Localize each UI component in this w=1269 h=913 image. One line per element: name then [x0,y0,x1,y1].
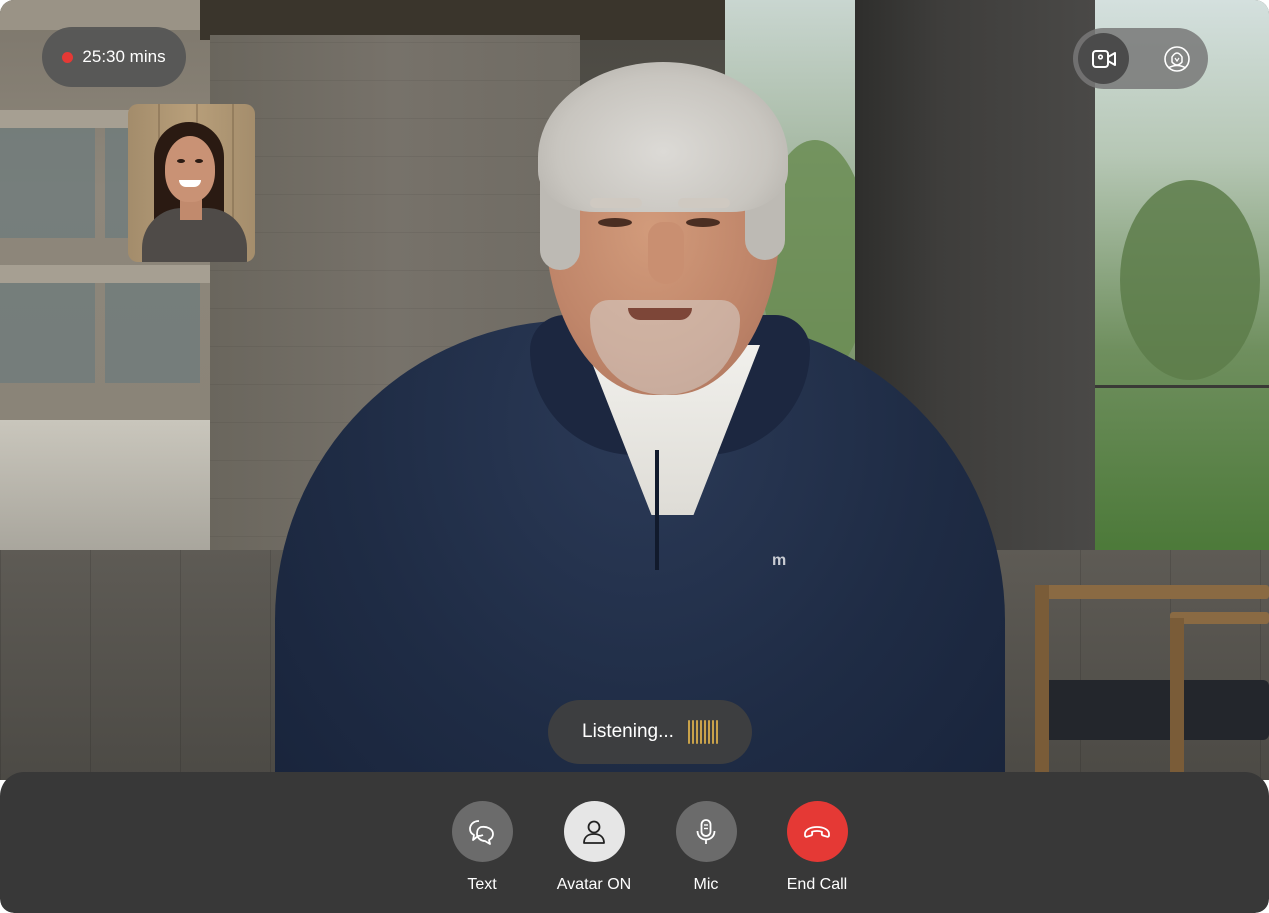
microphone-icon [696,818,716,844]
person-icon [583,820,605,844]
video-camera-icon [1091,49,1116,68]
video-call-window: m 25:30 mins Listening... Text Avatar ON… [0,0,1269,913]
sweater-logo: m [772,552,788,569]
self-view-face [165,136,215,202]
chat-bubbles-icon [469,819,494,845]
mic-button[interactable] [675,801,737,862]
self-view-thumbnail[interactable] [128,104,255,262]
text-control: Text [427,801,537,894]
listening-status: Listening... [548,700,752,764]
call-control-bar: Text Avatar ON Mic End Call [0,772,1269,913]
avatar-label: Avatar ON [556,876,632,893]
hang-up-phone-icon [804,825,830,838]
end-call-button[interactable] [786,801,848,862]
mic-label: Mic [693,876,719,893]
call-timer: 25:30 mins [42,27,186,87]
avatar-control: Avatar ON [539,801,649,894]
end-call-control: End Call [762,801,872,894]
text-label: Text [467,876,497,893]
avatar-view-button[interactable] [1151,33,1202,84]
recording-dot-icon [62,51,74,63]
video-view-button[interactable] [1078,33,1129,84]
end-call-label: End Call [786,876,848,893]
background-chair [1040,680,1269,740]
mic-control: Mic [651,801,761,894]
avatar-face-icon [1163,45,1190,72]
text-button[interactable] [451,801,513,862]
audio-level-icon [687,720,718,744]
listening-text: Listening... [582,721,674,742]
view-mode-toggle [1073,28,1208,89]
avatar-toggle-button[interactable] [563,801,625,862]
call-timer-text: 25:30 mins [82,47,166,66]
